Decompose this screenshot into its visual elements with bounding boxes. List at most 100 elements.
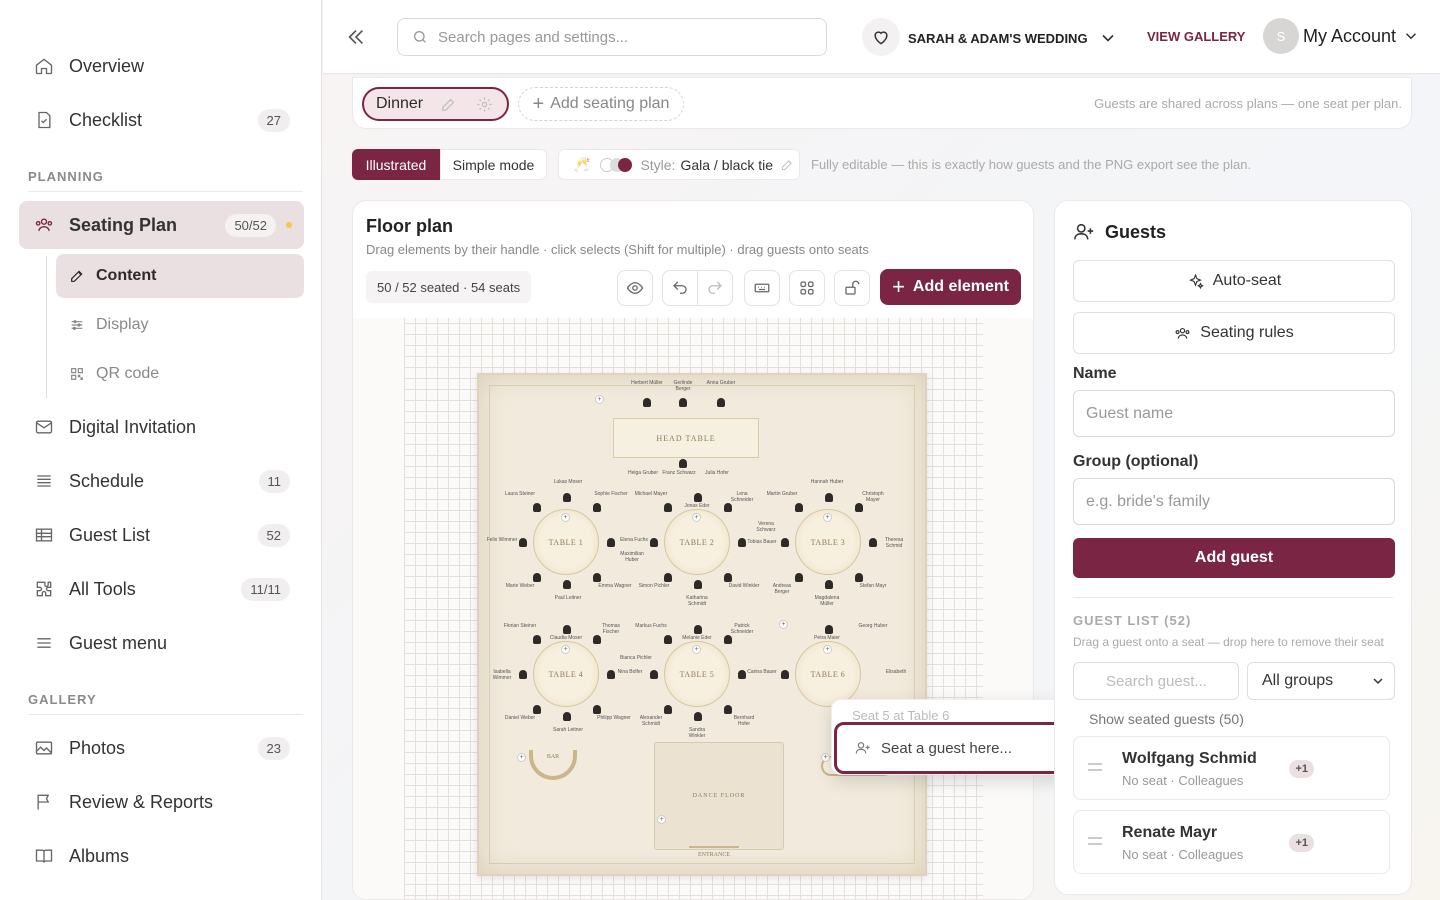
floor-canvas[interactable]: + HEAD TABLE Herbert Müller Gerlinde Ber… xyxy=(353,318,1033,899)
seat[interactable] xyxy=(855,573,863,582)
group-input[interactable]: e.g. bride's family xyxy=(1073,478,1395,525)
seat[interactable] xyxy=(694,712,702,721)
lock-button[interactable] xyxy=(834,270,870,306)
auto-seat-button[interactable]: Auto-seat xyxy=(1073,260,1395,302)
seat[interactable] xyxy=(533,635,541,644)
seat[interactable] xyxy=(650,670,658,679)
seat[interactable] xyxy=(694,493,702,502)
sidebar-item-guest-menu[interactable]: Guest menu xyxy=(19,621,304,665)
group-filter-select[interactable]: All groups xyxy=(1247,662,1395,700)
seat[interactable] xyxy=(533,573,541,582)
account-menu[interactable]: S My Account xyxy=(1263,18,1420,54)
seat[interactable] xyxy=(679,398,687,407)
collapse-sidebar-icon[interactable] xyxy=(345,26,367,48)
show-seated-toggle[interactable]: Show seated guests (50) xyxy=(1089,711,1244,727)
sidebar-item-schedule[interactable]: Schedule 11 xyxy=(19,459,304,503)
drag-handle-icon[interactable] xyxy=(1088,763,1102,771)
seat[interactable] xyxy=(607,538,615,547)
seat[interactable] xyxy=(593,573,601,582)
add-seat-handle[interactable]: + xyxy=(821,753,830,762)
grid-button[interactable] xyxy=(789,270,825,306)
seat[interactable] xyxy=(724,635,732,644)
seat[interactable] xyxy=(781,538,789,547)
add-seat-handle[interactable]: + xyxy=(657,815,666,824)
add-seat-handle[interactable]: + xyxy=(595,395,604,404)
add-seat-handle[interactable]: + xyxy=(823,645,832,654)
add-guest-button[interactable]: Add guest xyxy=(1073,538,1395,578)
view-gallery-link[interactable]: VIEW GALLERY xyxy=(1147,29,1245,44)
seat[interactable] xyxy=(825,625,833,634)
sidebar-item-seating-plan[interactable]: Seating Plan 50/52 xyxy=(19,201,304,249)
seat[interactable] xyxy=(593,705,601,714)
seat[interactable] xyxy=(563,625,571,634)
entrance[interactable]: ENTRANCE xyxy=(689,846,739,860)
add-seat-handle[interactable]: + xyxy=(561,513,570,522)
guest-row[interactable]: Wolfgang Schmid No seat · Colleagues +1 xyxy=(1073,736,1390,800)
seat[interactable] xyxy=(519,670,527,679)
guest-row[interactable]: Renate Mayr No seat · Colleagues +1 xyxy=(1073,810,1390,874)
plan-tab-dinner[interactable]: Dinner xyxy=(362,87,509,121)
seat[interactable] xyxy=(795,503,803,512)
sidebar-item-digital-invitation[interactable]: Digital Invitation xyxy=(19,405,304,449)
seat[interactable] xyxy=(519,538,527,547)
mode-simple[interactable]: Simple mode xyxy=(440,149,547,180)
add-seat-handle[interactable]: + xyxy=(823,513,832,522)
sidebar-item-overview[interactable]: Overview xyxy=(19,44,304,88)
seat[interactable] xyxy=(825,580,833,589)
seat[interactable] xyxy=(664,705,672,714)
sidebar-item-all-tools[interactable]: All Tools 11/11 xyxy=(19,567,304,611)
drag-handle-icon[interactable] xyxy=(1088,837,1102,845)
head-table[interactable]: HEAD TABLE xyxy=(613,418,759,458)
undo-button[interactable] xyxy=(662,270,698,306)
add-seat-handle[interactable]: + xyxy=(692,513,701,522)
sidebar-sub-display[interactable]: Display xyxy=(56,303,304,347)
seat[interactable] xyxy=(664,503,672,512)
seat[interactable] xyxy=(724,503,732,512)
seat[interactable] xyxy=(825,493,833,502)
seat[interactable] xyxy=(664,573,672,582)
seat[interactable] xyxy=(679,459,687,468)
redo-button[interactable] xyxy=(697,270,733,306)
seat[interactable] xyxy=(664,635,672,644)
dance-floor[interactable]: DANCE FLOOR xyxy=(654,742,784,850)
seat[interactable] xyxy=(694,625,702,634)
seat[interactable] xyxy=(855,503,863,512)
sidebar-item-review-reports[interactable]: Review & Reports xyxy=(19,780,304,824)
sidebar-item-albums[interactable]: Albums xyxy=(19,834,304,878)
add-seat-handle[interactable]: + xyxy=(561,645,570,654)
keyboard-button[interactable] xyxy=(744,270,780,306)
add-plan-button[interactable]: + Add seating plan xyxy=(518,87,684,121)
add-seat-handle[interactable]: + xyxy=(517,753,526,762)
guest-name-input[interactable]: Guest name xyxy=(1073,390,1395,437)
sidebar-item-checklist[interactable]: Checklist 27 xyxy=(19,98,304,142)
seat[interactable] xyxy=(717,398,725,407)
sidebar-item-photos[interactable]: Photos 23 xyxy=(19,726,304,770)
preview-button[interactable] xyxy=(617,270,653,306)
event-selector[interactable]: SARAH & ADAM'S WEDDING xyxy=(908,28,1118,48)
seat[interactable] xyxy=(593,635,601,644)
seat[interactable] xyxy=(533,705,541,714)
search-input[interactable]: Search pages and settings... xyxy=(397,18,827,56)
sidebar-sub-content[interactable]: Content xyxy=(56,254,304,298)
mode-illustrated[interactable]: Illustrated xyxy=(352,149,440,180)
edit-icon[interactable] xyxy=(440,96,457,113)
style-selector[interactable]: 🥂 Style: Gala / black tie xyxy=(558,149,800,180)
seat[interactable] xyxy=(724,705,732,714)
guest-search-input[interactable]: Search guest... xyxy=(1073,662,1239,700)
seat[interactable] xyxy=(724,573,732,582)
sidebar-sub-qr[interactable]: QR code xyxy=(56,352,304,396)
seat[interactable] xyxy=(593,503,601,512)
seat[interactable] xyxy=(533,503,541,512)
add-seat-handle[interactable]: + xyxy=(779,620,788,629)
sidebar-item-guest-list[interactable]: Guest List 52 xyxy=(19,513,304,557)
seating-rules-button[interactable]: Seating rules xyxy=(1073,312,1395,354)
gear-icon[interactable] xyxy=(476,96,493,113)
add-element-button[interactable]: + Add element xyxy=(880,269,1021,305)
seat[interactable] xyxy=(563,712,571,721)
seat[interactable] xyxy=(563,493,571,502)
add-seat-handle[interactable]: + xyxy=(692,645,701,654)
seat[interactable] xyxy=(781,670,789,679)
seat[interactable] xyxy=(869,538,877,547)
seat[interactable] xyxy=(563,580,571,589)
seat[interactable] xyxy=(795,573,803,582)
